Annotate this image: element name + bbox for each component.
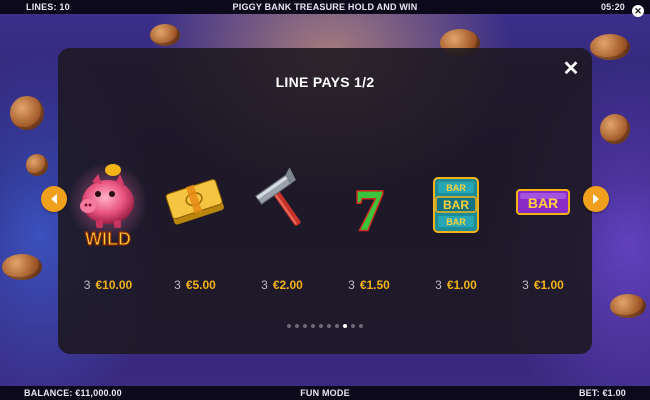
match-count: 3	[348, 278, 355, 292]
close-icon[interactable]: ✕	[632, 5, 644, 17]
pay-value: 3 €10.00	[70, 278, 146, 292]
pay-value: 3 €1.00	[505, 278, 581, 292]
pay-amount: €2.00	[272, 278, 303, 292]
clock: 05:20	[600, 2, 625, 12]
top-status-bar: LINES: 10 PIGGY BANK TREASURE HOLD AND W…	[0, 0, 650, 14]
coin-decoration	[10, 96, 44, 130]
coin-decoration	[2, 254, 42, 280]
mode-indicator: FUN MODE	[300, 388, 350, 398]
pay-amount: €1.00	[533, 278, 564, 292]
match-count: 3	[435, 278, 442, 292]
game-title: PIGGY BANK TREASURE HOLD AND WIN	[232, 2, 418, 12]
match-count: 3	[174, 278, 181, 292]
match-count: 3	[261, 278, 268, 292]
pay-amount: €1.00	[446, 278, 477, 292]
pay-value: 3 €5.00	[157, 278, 233, 292]
symbol-hammer: 3 €2.00	[244, 152, 320, 292]
pay-value: 3 €1.50	[331, 278, 407, 292]
page-dot[interactable]	[319, 324, 323, 328]
pay-value: 3 €2.00	[244, 278, 320, 292]
coin-decoration	[610, 294, 646, 318]
coin-decoration	[150, 24, 180, 46]
coin-decoration	[26, 154, 48, 176]
page-dot[interactable]	[303, 324, 307, 328]
paytable-panel: LINE PAYS 1/2 ✕ WILD 3 €10.00 3 €5.00 3 …	[58, 48, 592, 354]
close-icon[interactable]: ✕	[562, 59, 580, 79]
symbol-triple-bar: BAR BAR BAR 3 €1.00	[418, 152, 494, 292]
match-count: 3	[83, 278, 91, 292]
hammer-icon	[255, 167, 301, 226]
prev-page-button[interactable]	[41, 186, 67, 212]
page-dot[interactable]	[335, 324, 339, 328]
svg-text:BAR: BAR	[443, 198, 469, 212]
match-count: 3	[522, 278, 529, 292]
bar-icon: BAR	[516, 189, 570, 215]
page-dot[interactable]	[287, 324, 291, 328]
symbol-seven: 7 3 €1.50	[331, 152, 407, 293]
coin-decoration	[590, 34, 630, 60]
pay-amount: €1.50	[359, 278, 390, 292]
panel-title: LINE PAYS 1/2	[275, 74, 375, 90]
piggy-bank-icon: WILD	[70, 162, 146, 250]
page-dot[interactable]	[311, 324, 315, 328]
seven-icon: 7	[353, 177, 385, 245]
pay-amount: €10.00	[95, 278, 133, 292]
svg-text:7: 7	[355, 178, 384, 243]
pay-amount: €5.00	[185, 278, 216, 292]
page-dot[interactable]	[327, 324, 331, 328]
symbol-money-bundle: 3 €5.00	[157, 152, 233, 292]
page-dot[interactable]	[343, 324, 347, 328]
symbol-bar: BAR 3 €1.00	[505, 152, 581, 292]
svg-text:BAR: BAR	[446, 183, 466, 193]
page-dot[interactable]	[295, 324, 299, 328]
pay-value: 3 €1.00	[418, 278, 494, 292]
svg-text:WILD: WILD	[85, 229, 131, 249]
money-bundle-icon	[165, 179, 224, 225]
page-dot[interactable]	[351, 324, 355, 328]
page-indicator	[58, 324, 592, 328]
symbol-piggy-wild: WILD 3 €10.00	[70, 152, 146, 292]
svg-text:BAR: BAR	[528, 195, 558, 211]
chevron-right-icon	[593, 194, 599, 204]
coin-decoration	[600, 114, 630, 144]
bottom-status-bar: BALANCE: €11,000.00 FUN MODE BET: €1.00	[0, 386, 650, 400]
next-page-button[interactable]	[583, 186, 609, 212]
bet-display: BET: €1.00	[578, 388, 626, 398]
chevron-left-icon	[51, 194, 57, 204]
page-dot[interactable]	[359, 324, 363, 328]
triple-bar-icon: BAR BAR BAR	[433, 177, 479, 233]
svg-text:BAR: BAR	[446, 217, 466, 227]
